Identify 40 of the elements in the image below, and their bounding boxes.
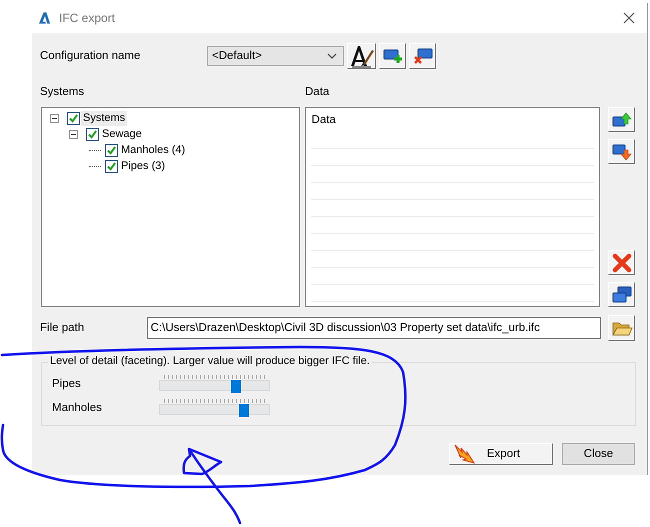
remove-icon <box>412 47 432 65</box>
lightning-icon <box>453 444 475 464</box>
systems-label: Systems <box>40 86 86 100</box>
edit-style-button[interactable] <box>347 43 376 69</box>
group-legend: Level of detail (faceting). Larger value will produce bigger IFC file. <box>48 355 372 367</box>
slider[interactable] <box>159 399 270 417</box>
configuration-label: Configuration name <box>40 50 142 62</box>
add-icon <box>382 47 402 65</box>
file-path-label: File path <box>40 322 86 334</box>
configuration-dropdown[interactable]: <Default> <box>207 46 344 66</box>
letter-brush-icon <box>348 44 374 68</box>
close-button[interactable]: Close <box>562 443 635 465</box>
slider[interactable] <box>159 375 270 393</box>
move-up-button[interactable] <box>608 107 635 132</box>
collapse-toggle[interactable] <box>69 130 78 138</box>
move-down-button[interactable] <box>608 139 635 164</box>
slider-label: Pipes <box>52 378 82 390</box>
checkbox[interactable] <box>86 128 99 140</box>
browse-folder-button[interactable] <box>608 315 635 341</box>
app-logo-icon <box>38 11 51 25</box>
slider-label: Manholes <box>52 402 103 414</box>
data-label: Data <box>305 86 330 100</box>
tree-item[interactable]: Manholes (4) <box>119 142 188 158</box>
remove-configuration-button[interactable] <box>409 43 436 69</box>
tree-item[interactable]: Sewage <box>100 126 144 142</box>
delete-button[interactable] <box>608 250 635 275</box>
checkbox[interactable] <box>105 160 118 172</box>
checkbox[interactable] <box>105 144 118 156</box>
window-title: IFC export <box>59 11 116 25</box>
export-button[interactable]: Export <box>449 443 553 465</box>
tree-item[interactable]: Systems <box>81 110 128 126</box>
dropdown-caret-icon <box>327 53 337 59</box>
close-icon[interactable] <box>623 12 635 24</box>
collapse-toggle[interactable] <box>50 114 59 122</box>
file-path-field[interactable]: C:\Users\Drazen\Desktop\Civil 3D discussion\03 Property set data\ifc_urb.ifc <box>146 317 602 339</box>
add-configuration-button[interactable] <box>379 43 406 69</box>
copy-button[interactable] <box>608 282 635 307</box>
checkbox[interactable] <box>67 112 80 124</box>
tree-item[interactable]: Pipes (3) <box>119 158 168 174</box>
list-header: Data <box>310 108 594 149</box>
